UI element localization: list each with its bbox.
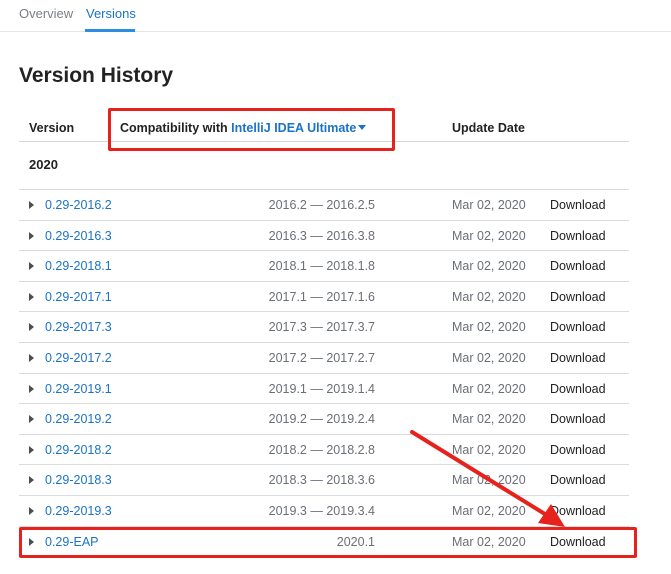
update-date: Mar 02, 2020 (452, 412, 526, 427)
version-link[interactable]: 0.29-2019.3 (45, 504, 112, 518)
download-link[interactable]: Download (550, 198, 606, 212)
download-link[interactable]: Download (550, 229, 606, 243)
compatibility-range: 2019.1 — 2019.1.4 (268, 381, 375, 396)
compatibility-range: 2016.3 — 2016.3.8 (268, 228, 375, 243)
table-row: 0.29-2017.3 2017.3 — 2017.3.7 Mar 02, 2020… (19, 312, 629, 343)
active-tab-indicator (85, 29, 135, 32)
update-date: Mar 02, 2020 (452, 289, 526, 304)
expand-triangle-icon[interactable] (29, 262, 34, 271)
download-link[interactable]: Download (550, 290, 606, 304)
expand-triangle-icon[interactable] (29, 445, 34, 454)
expand-triangle-icon[interactable] (29, 323, 34, 332)
download-link[interactable]: Download (550, 382, 606, 396)
table-row: 0.29-2019.3 2019.3 — 2019.3.4 Mar 02, 2020… (19, 496, 629, 527)
table-header: Version Compatibility with IntelliJ IDEA… (19, 112, 629, 142)
version-link[interactable]: 0.29-2019.2 (45, 412, 112, 426)
download-link[interactable]: Download (550, 412, 606, 426)
expand-triangle-icon[interactable] (29, 506, 34, 515)
expand-triangle-icon[interactable] (29, 231, 34, 240)
compatibility-column-header: Compatibility with IntelliJ IDEA Ultimat… (120, 121, 367, 135)
update-date: Mar 02, 2020 (452, 350, 526, 365)
table-row: 0.29-2018.3 2018.3 — 2018.3.6 Mar 02, 2020… (19, 465, 629, 496)
update-date: Mar 02, 2020 (452, 503, 526, 518)
update-date: Mar 02, 2020 (452, 442, 526, 457)
tab-versions[interactable]: Versions (86, 6, 136, 21)
table-row: 0.29-2017.2 2017.2 — 2017.2.7 Mar 02, 2020… (19, 343, 629, 374)
table-row: 0.29-2019.2 2019.2 — 2019.2.4 Mar 02, 2020… (19, 404, 629, 435)
year-group-heading: 2020 (29, 157, 58, 172)
compatibility-range: 2017.1 — 2017.1.6 (268, 289, 375, 304)
compatibility-range: 2020.1 (336, 534, 375, 549)
compatibility-range: 2019.3 — 2019.3.4 (268, 503, 375, 518)
table-row: 0.29-EAP 2020.1 Mar 02, 2020 Download (19, 527, 629, 558)
version-column-header: Version (29, 121, 75, 135)
expand-triangle-icon[interactable] (29, 537, 34, 546)
compatibility-label: Compatibility with (120, 121, 228, 135)
table-row: 0.29-2016.3 2016.3 — 2016.3.8 Mar 02, 2020… (19, 221, 629, 252)
download-link[interactable]: Download (550, 259, 606, 273)
expand-triangle-icon[interactable] (29, 476, 34, 485)
update-date: Mar 02, 2020 (452, 534, 526, 549)
version-link[interactable]: 0.29-2018.3 (45, 473, 112, 487)
version-link[interactable]: 0.29-2017.3 (45, 320, 112, 334)
table-row: 0.29-2016.2 2016.2 — 2016.2.5 Mar 02, 2020… (19, 190, 629, 221)
update-date-column-header: Update Date (452, 121, 525, 135)
compatibility-range: 2018.2 — 2018.2.8 (268, 442, 375, 457)
download-link[interactable]: Download (550, 473, 606, 487)
version-list: 0.29-2016.2 2016.2 — 2016.2.5 Mar 02, 2020… (19, 189, 629, 558)
expand-triangle-icon[interactable] (29, 384, 34, 393)
compatibility-range: 2018.3 — 2018.3.6 (268, 473, 375, 488)
download-link[interactable]: Download (550, 320, 606, 334)
download-link[interactable]: Download (550, 504, 606, 518)
download-link[interactable]: Download (550, 535, 606, 549)
expand-triangle-icon[interactable] (29, 201, 34, 209)
compatibility-range: 2017.2 — 2017.2.7 (268, 350, 375, 365)
download-link[interactable]: Download (550, 351, 606, 365)
expand-triangle-icon[interactable] (29, 353, 34, 362)
compatibility-range: 2019.2 — 2019.2.4 (268, 412, 375, 427)
download-link[interactable]: Download (550, 443, 606, 457)
update-date: Mar 02, 2020 (452, 259, 526, 274)
version-link[interactable]: 0.29-2019.1 (45, 382, 112, 396)
version-link[interactable]: 0.29-2017.2 (45, 351, 112, 365)
update-date: Mar 02, 2020 (452, 381, 526, 396)
version-link[interactable]: 0.29-EAP (45, 535, 99, 549)
expand-triangle-icon[interactable] (29, 292, 34, 301)
page-title: Version History (19, 64, 174, 87)
tab-bar: Overview Versions (0, 0, 671, 32)
table-row: 0.29-2017.1 2017.1 — 2017.1.6 Mar 02, 2020… (19, 282, 629, 313)
version-link[interactable]: 0.29-2017.1 (45, 290, 112, 304)
version-link[interactable]: 0.29-2016.3 (45, 229, 112, 243)
table-row: 0.29-2019.1 2019.1 — 2019.1.4 Mar 02, 2020… (19, 374, 629, 405)
compatibility-range: 2017.3 — 2017.3.7 (268, 320, 375, 335)
compatibility-range: 2016.2 — 2016.2.5 (268, 198, 375, 212)
caret-down-icon (358, 125, 367, 130)
update-date: Mar 02, 2020 (452, 473, 526, 488)
compatibility-range: 2018.1 — 2018.1.8 (268, 259, 375, 274)
table-row: 0.29-2018.2 2018.2 — 2018.2.8 Mar 02, 2020… (19, 435, 629, 466)
expand-triangle-icon[interactable] (29, 415, 34, 424)
version-link[interactable]: 0.29-2016.2 (45, 198, 112, 212)
product-selector-dropdown[interactable]: IntelliJ IDEA Ultimate (231, 121, 367, 135)
version-link[interactable]: 0.29-2018.1 (45, 259, 112, 273)
update-date: Mar 02, 2020 (452, 198, 526, 212)
update-date: Mar 02, 2020 (452, 320, 526, 335)
version-link[interactable]: 0.29-2018.2 (45, 443, 112, 457)
table-row: 0.29-2018.1 2018.1 — 2018.1.8 Mar 02, 2020… (19, 251, 629, 282)
tab-overview[interactable]: Overview (19, 6, 73, 21)
product-name: IntelliJ IDEA Ultimate (231, 121, 357, 135)
update-date: Mar 02, 2020 (452, 228, 526, 243)
